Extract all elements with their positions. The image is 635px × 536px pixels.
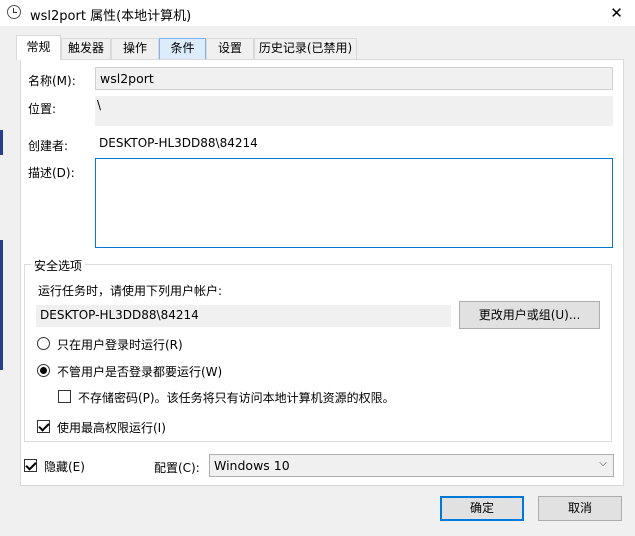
window-title: wsl2port 属性(本地计算机): [30, 9, 192, 24]
run-as-label: 运行任务时，请使用下列用户帐户:: [38, 284, 223, 298]
author-value: DESKTOP-HL3DD88\84214: [99, 136, 258, 150]
no-store-password-label[interactable]: 不存储密码(P)。该任务将只有访问本地计算机资源的权限。: [78, 389, 395, 406]
background-window-edge: [0, 130, 3, 155]
task-clock-icon: [7, 5, 21, 19]
configure-label: 配置(C):: [154, 461, 200, 475]
radio-run-logged-on[interactable]: [37, 337, 50, 350]
change-user-button[interactable]: 更改用户或组(U)...: [459, 301, 600, 329]
configure-select[interactable]: Windows 10: [209, 454, 614, 477]
tab-triggers[interactable]: 触发器: [61, 38, 111, 59]
location-label: 位置:: [28, 102, 57, 116]
cancel-button[interactable]: 取消: [538, 496, 622, 521]
tab-conditions[interactable]: 条件: [159, 38, 206, 59]
tab-actions[interactable]: 操作: [111, 38, 159, 59]
name-field[interactable]: wsl2port: [95, 67, 613, 90]
name-label: 名称(M):: [28, 74, 76, 88]
ok-button[interactable]: 确定: [440, 496, 524, 521]
title-bar[interactable]: wsl2port 属性(本地计算机) ✕: [0, 0, 635, 26]
radio-run-whether-logged-on-label[interactable]: 不管用户是否登录都要运行(W): [57, 363, 222, 380]
tab-general[interactable]: 常规: [16, 35, 61, 60]
description-textarea[interactable]: [95, 158, 613, 248]
radio-run-logged-on-label[interactable]: 只在用户登录时运行(R): [57, 336, 183, 353]
highest-privileges-label[interactable]: 使用最高权限运行(I): [57, 419, 166, 436]
location-value: \: [95, 96, 613, 126]
security-options-legend: 安全选项: [31, 257, 86, 274]
highest-privileges-checkbox[interactable]: [37, 420, 50, 433]
run-as-user-value: DESKTOP-HL3DD88\84214: [36, 305, 451, 327]
background-window-edge: [0, 240, 3, 370]
hidden-label[interactable]: 隐藏(E): [44, 458, 85, 475]
close-button[interactable]: ✕: [598, 0, 635, 26]
tab-history[interactable]: 历史记录(已禁用): [254, 38, 357, 59]
radio-run-whether-logged-on[interactable]: [37, 364, 50, 377]
author-label: 创建者:: [28, 139, 69, 153]
hidden-checkbox[interactable]: [24, 459, 37, 472]
description-label: 描述(D):: [28, 166, 75, 180]
no-store-password-checkbox[interactable]: [58, 390, 71, 403]
tab-settings[interactable]: 设置: [206, 38, 254, 59]
chevron-down-icon[interactable]: ⌵: [597, 458, 609, 470]
